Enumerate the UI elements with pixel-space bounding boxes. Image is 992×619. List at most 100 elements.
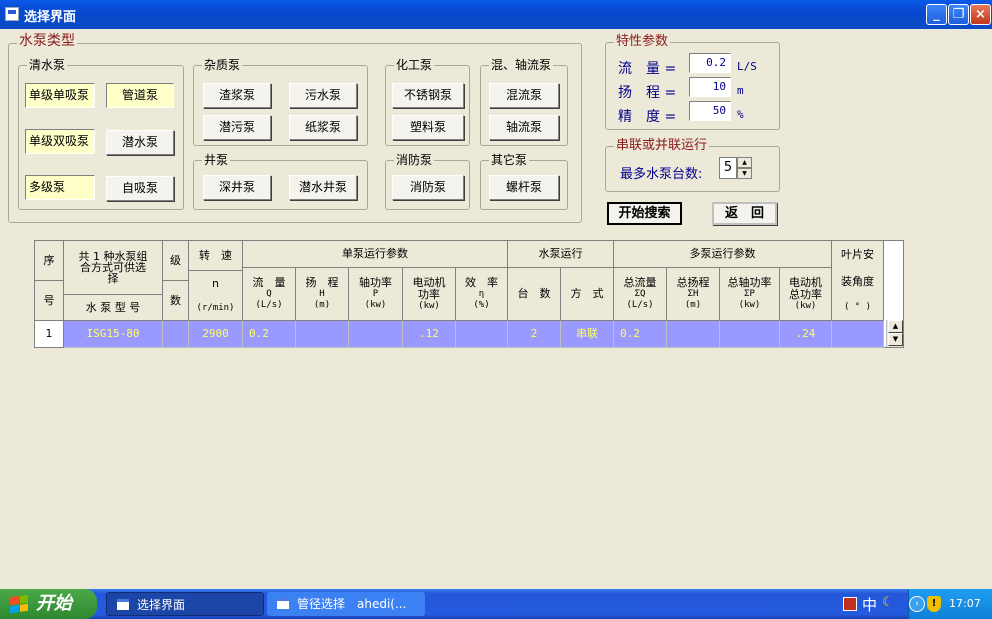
flow-input[interactable]: 0.2: [689, 53, 731, 73]
row-thead-cell[interactable]: [667, 321, 720, 348]
tmotor-header-unit: (kw): [794, 300, 817, 311]
mixed-flow-pump-button[interactable]: 混流泵: [489, 83, 559, 108]
row-tflow-cell[interactable]: 0.2: [614, 321, 667, 348]
plastic-pump-button[interactable]: 塑料泵: [392, 115, 464, 140]
row-count-cell[interactable]: 2: [508, 321, 561, 348]
spin-up-button[interactable]: ▲: [737, 157, 752, 168]
scroll-up-arrow-icon[interactable]: ▲: [888, 320, 903, 333]
single-stage-double-suction-pump-label[interactable]: 单级双吸泵: [25, 129, 95, 154]
start-search-button[interactable]: 开始搜索: [607, 202, 682, 225]
col-header-speed-top: 转 速: [189, 241, 243, 271]
keyboard-icon[interactable]: [843, 597, 857, 611]
col-header-shaft-power: 轴功率 P (kw): [349, 268, 403, 321]
row-model-cell[interactable]: ISG15-80: [64, 321, 163, 348]
col-header-efficiency: 效 率 η (%): [456, 268, 508, 321]
axial-flow-pump-button[interactable]: 轴流泵: [489, 115, 559, 140]
close-button[interactable]: ×: [970, 4, 991, 25]
col-header-model-bot: 水 泵 型 号: [64, 295, 163, 321]
windows-logo-icon: [10, 594, 28, 614]
scroll-down-arrow-icon[interactable]: ▼: [888, 333, 903, 346]
tflow-header-symbol: ΣQ: [634, 289, 646, 299]
screw-pump-button[interactable]: 螺杆泵: [489, 175, 559, 200]
tmotor-header-label: 电动机总功率: [789, 275, 822, 301]
minimize-button[interactable]: _: [926, 4, 947, 25]
security-shield-icon[interactable]: !: [927, 596, 941, 612]
row-seq-cell[interactable]: 1: [35, 321, 64, 348]
eff-header-label: 效 率: [465, 276, 498, 289]
spin-down-button[interactable]: ▼: [737, 168, 752, 179]
col-header-count: 台 数: [508, 268, 561, 321]
col-header-mode: 方 式: [561, 268, 614, 321]
row-shaft-cell[interactable]: [349, 321, 403, 348]
precision-input[interactable]: 50: [689, 101, 731, 121]
flow-unit: L/S: [737, 60, 757, 73]
row-stage-cell[interactable]: [163, 321, 189, 348]
multi-pump-params-header: 多泵运行参数: [614, 241, 832, 268]
row-mode-cell[interactable]: 串联: [561, 321, 614, 348]
eff-header-unit: (%): [473, 300, 490, 310]
fire-pump-button[interactable]: 消防泵: [392, 175, 464, 200]
params-title: 特性参数: [614, 34, 671, 49]
row-eff-cell[interactable]: [456, 321, 508, 348]
multistage-pump-label[interactable]: 多级泵: [25, 175, 95, 200]
thead-header-unit: (m): [684, 300, 702, 310]
head-label: 扬 程 =: [618, 85, 677, 101]
grid-vertical-scrollbar[interactable]: ▲ ▼: [886, 320, 903, 347]
col-header-seq-top: 序: [35, 241, 64, 281]
moon-icon[interactable]: ☾: [882, 595, 894, 610]
expand-tray-icon[interactable]: ‹: [909, 596, 925, 612]
submersible-sewage-pump-button[interactable]: 潜污泵: [203, 115, 271, 140]
row-flow-cell[interactable]: 0.2: [243, 321, 296, 348]
row-speed-cell[interactable]: 2900: [189, 321, 243, 348]
flow-header-symbol: Q: [266, 289, 272, 299]
well-pump-title: 井泵: [202, 153, 231, 167]
tflow-header-unit: (L/s): [626, 300, 654, 310]
pipeline-pump-label[interactable]: 管道泵: [106, 83, 174, 108]
motor-header-unit: (kw): [418, 300, 440, 311]
taskbar-item-selection-window[interactable]: 选择界面: [106, 592, 264, 616]
taskbar-item-pipe-selection[interactable]: 管径选择 ahedi(...: [267, 592, 425, 616]
col-header-speed-unit: (r/min): [189, 296, 243, 321]
window-titlebar: 选择界面 _ ❐ ×: [0, 0, 992, 29]
head-header-unit: (m): [313, 300, 331, 310]
ime-indicator[interactable]: 中: [862, 594, 877, 615]
precision-label: 精 度 =: [618, 109, 677, 125]
window-icon: [277, 598, 289, 609]
row-tshaft-cell[interactable]: [720, 321, 780, 348]
start-button[interactable]: 开始: [0, 589, 97, 619]
window-title: 选择界面: [24, 10, 77, 25]
clean-pump-title: 清水泵: [27, 58, 68, 72]
maximize-button[interactable]: ❐: [948, 4, 969, 25]
deep-well-pump-button[interactable]: 深井泵: [203, 175, 271, 200]
pump-run-header: 水泵运行: [508, 241, 614, 268]
submersible-pump-button[interactable]: 潜水泵: [106, 130, 174, 155]
slurry-pump-button[interactable]: 渣浆泵: [203, 83, 271, 108]
head-header-symbol: H: [319, 289, 325, 299]
max-pumps-input[interactable]: 5: [719, 157, 737, 179]
back-button[interactable]: 返 回: [712, 202, 777, 225]
col-header-stage-top: 级: [163, 241, 189, 281]
submersible-well-pump-button[interactable]: 潜水井泵: [289, 175, 357, 200]
row-tmotor-cell[interactable]: .24: [780, 321, 832, 348]
stainless-steel-pump-button[interactable]: 不锈钢泵: [392, 83, 464, 108]
row-blade-cell[interactable]: [832, 321, 884, 348]
head-unit: m: [737, 84, 744, 97]
tshaft-header-symbol: ΣP: [744, 289, 755, 299]
chemical-pump-title: 化工泵: [394, 58, 435, 72]
self-priming-pump-button[interactable]: 自吸泵: [106, 176, 174, 201]
sewage-pump-button[interactable]: 污水泵: [289, 83, 357, 108]
head-input[interactable]: 10: [689, 77, 731, 97]
precision-unit: %: [737, 108, 744, 121]
row-motor-cell[interactable]: .12: [403, 321, 456, 348]
window-icon: [117, 599, 129, 610]
thead-header-symbol: ΣH: [687, 289, 699, 299]
pulp-pump-button[interactable]: 纸浆泵: [289, 115, 357, 140]
results-grid: 序 号 共 1 种水泵组合方式可供选择 水 泵 型 号 级 数 转 速 n (r…: [34, 240, 904, 348]
single-stage-single-suction-pump-label[interactable]: 单级单吸泵: [25, 83, 95, 108]
tflow-header-label: 总流量: [623, 276, 657, 289]
col-header-total-shaft-power: 总轴功率 ΣP (kw): [720, 268, 780, 321]
series-parallel-title: 串联或并联运行: [614, 138, 710, 153]
shaft-header-unit: (kw): [364, 300, 387, 310]
row-head-cell[interactable]: [296, 321, 349, 348]
clock[interactable]: 17:07: [949, 597, 981, 610]
